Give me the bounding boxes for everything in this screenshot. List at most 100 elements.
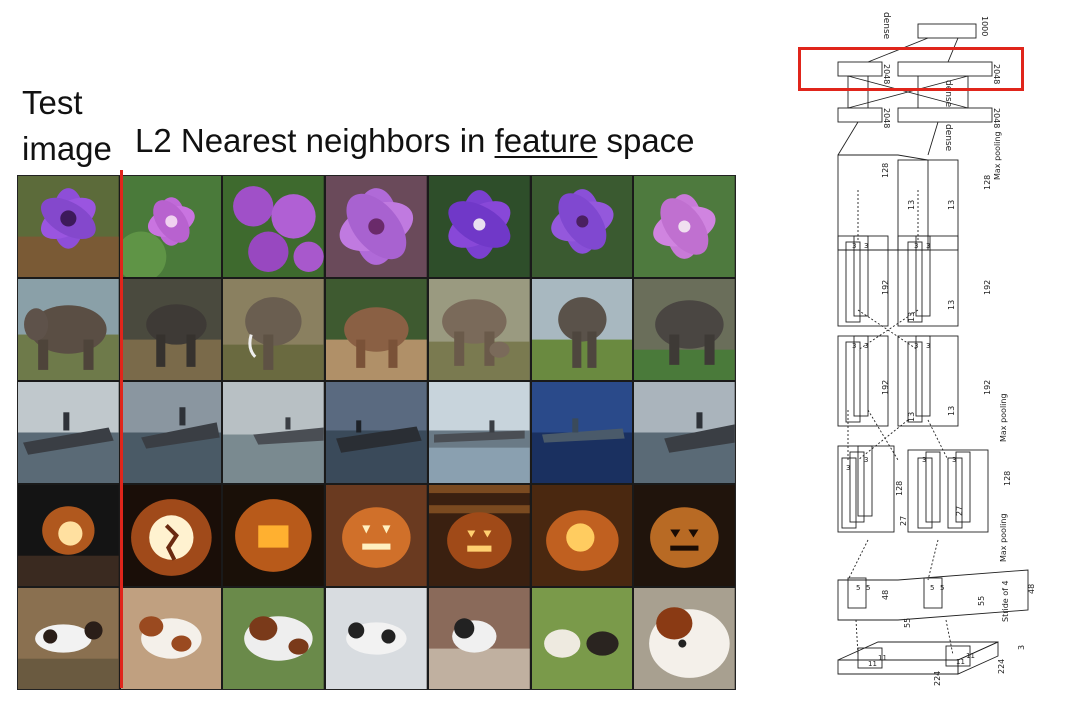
label-dense-top: dense [881, 12, 891, 40]
carrier-neighbor-image [223, 382, 325, 483]
label-in-224a: 224 [933, 671, 942, 686]
label-fc-2048-c: 2048 [882, 108, 891, 128]
label-c1-55a: 55 [903, 618, 912, 628]
label-c5-128: 128 [881, 163, 890, 178]
flower-test-image [18, 176, 119, 277]
conv4-right-box [907, 241, 923, 323]
label-c4-3c: 3 [914, 242, 918, 250]
label-c5-13b: 13 [947, 200, 956, 210]
label-in-11a: 11 [868, 660, 877, 668]
conv1-outline [837, 569, 1029, 621]
label-c3-13a: 13 [907, 412, 916, 422]
label-out-1000: 1000 [980, 16, 989, 36]
label-c1-55b: 55 [977, 596, 986, 606]
conv3-right-box [907, 341, 923, 423]
conv2-box-c [947, 457, 963, 529]
label-stride: Stride of 4 [1001, 580, 1010, 622]
label-c3-3d: 3 [926, 342, 930, 350]
label-maxpool-1: Max pooling [993, 131, 1002, 180]
label-in-11d: 11 [966, 652, 975, 660]
dog-test-image [18, 588, 119, 689]
fc1-box-a [837, 107, 883, 123]
elephant-neighbor-image [634, 279, 735, 380]
pumpkin-neighbor-image [531, 485, 633, 586]
label-in-3: 3 [1017, 645, 1026, 650]
label-c2-3a: 3 [846, 464, 850, 472]
dog-neighbor-image [634, 588, 735, 689]
pumpkin-neighbor-image [428, 485, 530, 586]
flower-neighbor-image [120, 176, 222, 277]
elephant-neighbor-image [428, 279, 530, 380]
conv2-box-b [917, 457, 933, 529]
label-c2-27b: 27 [955, 506, 964, 516]
label-c2-128a: 128 [895, 481, 904, 496]
carrier-neighbor-image [326, 382, 427, 483]
label-in-11c: 11 [956, 658, 965, 666]
title-prefix: L2 Nearest neighbors in [135, 122, 495, 159]
label-maxpool-2: Max pooling [999, 393, 1008, 442]
label-c4-3b: 3 [864, 242, 868, 250]
pumpkin-neighbor-image [120, 485, 222, 586]
conv4-left-box [845, 241, 861, 323]
label-c1-5a: 5 [856, 584, 860, 592]
conv1-kernel-a [847, 577, 867, 609]
dog-neighbor-image [120, 588, 222, 689]
label-c1-5b: 5 [866, 584, 870, 592]
label-c2-128b: 128 [1003, 471, 1012, 486]
label-c3-192a: 192 [881, 380, 890, 395]
test-image-label-line1: Test [22, 84, 83, 121]
label-fc-2048-d: 2048 [992, 108, 1001, 128]
label-c2-3b: 3 [864, 456, 868, 464]
label-c3-192b: 192 [983, 380, 992, 395]
elephant-neighbor-image [120, 279, 222, 380]
label-c4-3a: 3 [852, 242, 856, 250]
label-c1-48a: 48 [881, 590, 890, 600]
highlighted-fc-layer-box [798, 47, 1024, 91]
conv1-kernel-b [923, 577, 943, 609]
label-c2-27a: 27 [899, 516, 908, 526]
carrier-neighbor-image [634, 382, 735, 483]
label-dense-low: dense [943, 124, 953, 152]
label-c5-13a: 13 [907, 200, 916, 210]
test-image-divider-line [120, 170, 123, 688]
label-c4-192b: 192 [983, 280, 992, 295]
carrier-neighbor-image [120, 382, 222, 483]
dog-neighbor-image [428, 588, 530, 689]
label-c1-5d: 5 [940, 584, 944, 592]
label-c1-48b: 48 [1027, 584, 1036, 594]
nearest-neighbor-image-grid [17, 175, 736, 690]
label-in-224b: 224 [997, 659, 1006, 674]
pumpkin-neighbor-image [326, 485, 427, 586]
carrier-neighbor-image [531, 382, 633, 483]
pumpkin-neighbor-image [223, 485, 325, 586]
elephant-neighbor-image [531, 279, 633, 380]
label-c4-13a: 13 [907, 312, 916, 322]
fc1-box-b [897, 107, 993, 123]
flower-neighbor-image [326, 176, 427, 277]
slide-title: L2 Nearest neighbors in feature space [135, 122, 695, 160]
elephant-test-image [18, 279, 119, 380]
label-in-11b: 11 [878, 654, 887, 662]
alexnet-architecture-diagram: 1000 dense 2048 2048 dense 2048 2048 den… [818, 10, 1048, 690]
label-maxpool-3: Max pooling [999, 513, 1008, 562]
carrier-neighbor-image [428, 382, 530, 483]
title-underlined-word: feature [494, 122, 598, 159]
dog-neighbor-image [223, 588, 325, 689]
elephant-neighbor-image [223, 279, 325, 380]
label-c2-3d: 3 [952, 456, 956, 464]
label-c3-13b: 13 [947, 406, 956, 416]
label-c1-5c: 5 [930, 584, 934, 592]
pumpkin-test-image [18, 485, 119, 586]
pumpkin-neighbor-image [634, 485, 735, 586]
label-c3-3a: 3 [852, 342, 856, 350]
label-c4-192a: 192 [881, 280, 890, 295]
dog-neighbor-image [326, 588, 427, 689]
flower-neighbor-image [428, 176, 530, 277]
label-c5-128b: 128 [983, 175, 992, 190]
flower-neighbor-image [223, 176, 325, 277]
test-image-label-line2: image [22, 130, 112, 167]
flower-neighbor-image [634, 176, 735, 277]
dog-neighbor-image [531, 588, 633, 689]
label-c2-3c: 3 [922, 456, 926, 464]
title-suffix: space [597, 122, 695, 159]
